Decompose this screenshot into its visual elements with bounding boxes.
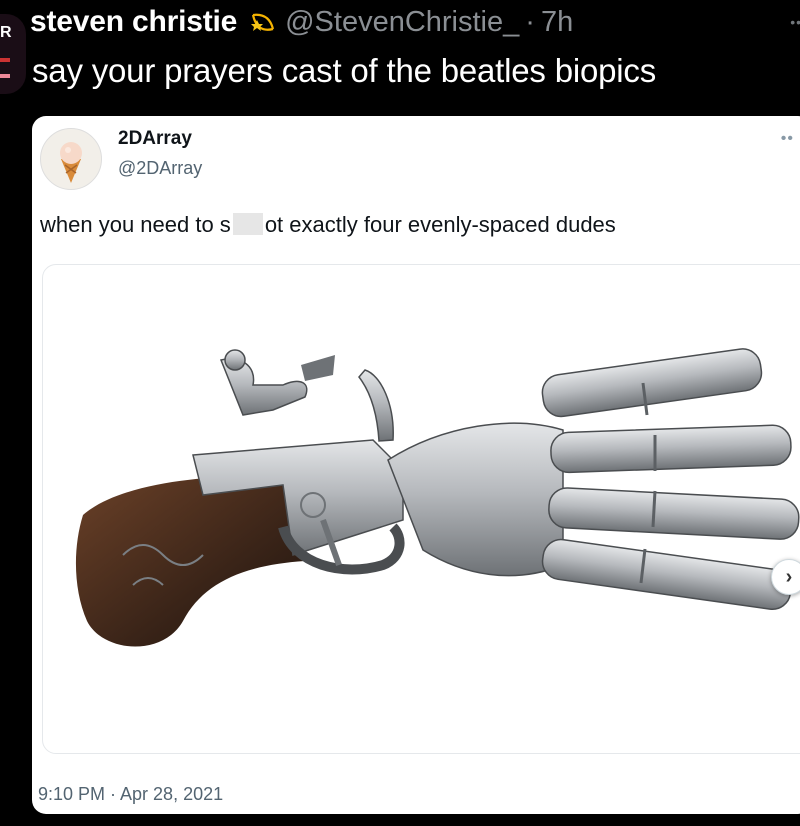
duck-foot-pistol-illustration <box>75 348 800 647</box>
more-options-icon[interactable]: •• <box>790 14 800 30</box>
author-name[interactable]: steven christie <box>30 5 237 39</box>
author-avatar[interactable]: R <box>0 14 26 94</box>
quoted-timestamp[interactable]: 9:10 PM · Apr 28, 2021 <box>38 784 223 805</box>
separator: · <box>525 5 535 38</box>
author-handle[interactable]: @StevenChristie_ <box>285 6 519 39</box>
quoted-text: when you need to s ot exactly four evenly… <box>40 212 616 238</box>
tweet-header: steven christie @StevenChristie_ · 7h <box>30 4 573 40</box>
quoted-text-after: ot exactly four evenly-spaced dudes <box>264 212 616 237</box>
quoted-tweet-card[interactable]: 2DArray @2DArray •• when you need to s ot… <box>32 116 800 814</box>
post-time[interactable]: 7h <box>541 6 573 39</box>
next-image-button[interactable]: › <box>771 559 800 595</box>
chevron-right-icon: › <box>785 565 793 588</box>
censor-box <box>232 213 263 235</box>
tweet-text: say your prayers cast of the beatles bio… <box>32 52 657 89</box>
quoted-author-name[interactable]: 2DArray <box>118 128 192 150</box>
quoted-author-handle[interactable]: @2DArray <box>118 158 202 179</box>
media-image[interactable]: › <box>42 264 800 754</box>
quoted-text-before: when you need to s <box>40 212 231 237</box>
shooting-star-icon <box>247 7 277 37</box>
quoted-more-icon[interactable]: •• <box>781 130 794 148</box>
ice-cream-cone-icon[interactable] <box>40 128 102 190</box>
